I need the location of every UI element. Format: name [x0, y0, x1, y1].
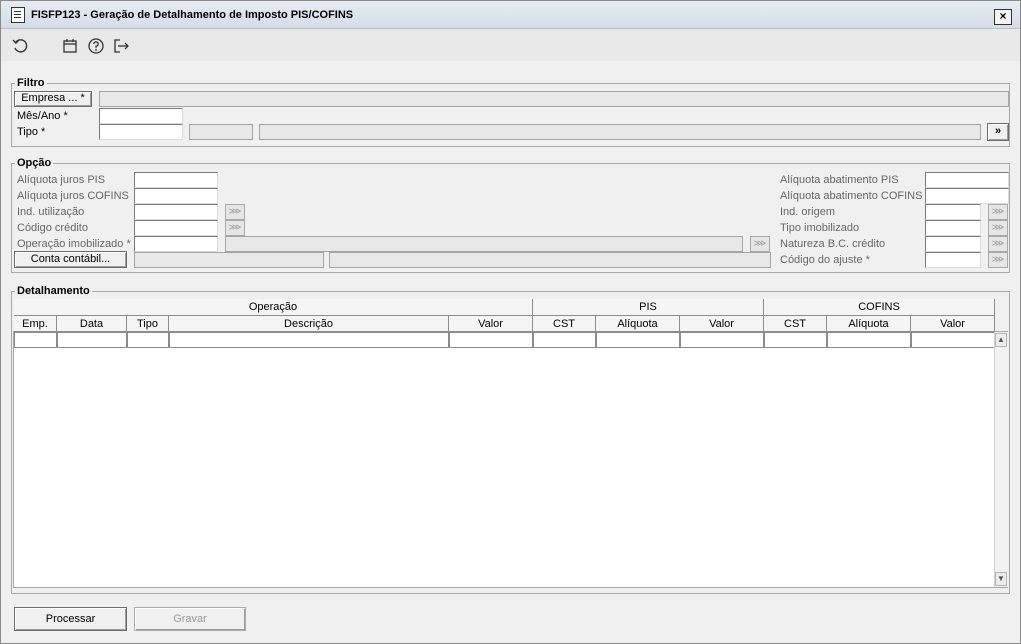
group-header-cofins: COFINS	[764, 299, 995, 316]
tipo-imobilizado-label: Tipo imobilizado	[780, 222, 860, 234]
aliquota-juros-cofins-label: Alíquota juros COFINS	[17, 190, 129, 202]
mes-ano-label: Mês/Ano *	[17, 110, 68, 122]
col-header-cst-cofins[interactable]: CST	[764, 316, 827, 332]
ind-utilizacao-label: Ind. utilização	[17, 206, 85, 218]
col-header-data[interactable]: Data	[57, 316, 127, 332]
codigo-credito-lookup-icon[interactable]: ⋙	[225, 220, 245, 236]
main-window: FISFP123 - Geração de Detalhamento de Im…	[0, 0, 1021, 644]
grid-cell-aliquota-pis[interactable]	[596, 332, 680, 348]
gravar-label: Gravar	[173, 613, 207, 625]
operacao-imobilizado-label: Operação imobilizado *	[17, 238, 131, 250]
aliquota-juros-pis-input[interactable]	[134, 172, 218, 188]
conta-contabil-code	[134, 252, 324, 268]
col-header-valor-pis[interactable]: Valor	[680, 316, 764, 332]
processar-button[interactable]: Processar	[14, 607, 127, 631]
ind-origem-lookup-icon[interactable]: ⋙	[988, 204, 1008, 220]
grid-cell-valor-cofins[interactable]	[911, 332, 995, 348]
processar-label: Processar	[45, 613, 96, 625]
exit-icon[interactable]	[112, 37, 130, 55]
col-header-emp[interactable]: Emp.	[14, 316, 57, 332]
group-header-pis: PIS	[533, 299, 764, 316]
tipo-description-field	[259, 124, 981, 140]
aliquota-abatimento-pis-label: Alíquota abatimento PIS	[780, 174, 899, 186]
col-header-aliquota-cofins[interactable]: Alíquota	[827, 316, 911, 332]
grid-cell-cst-cofins[interactable]	[764, 332, 827, 348]
col-header-valor-operacao[interactable]: Valor	[449, 316, 533, 332]
col-header-tipo[interactable]: Tipo	[127, 316, 169, 332]
conta-contabil-button[interactable]: Conta contábil...	[14, 251, 127, 268]
title-bar: FISFP123 - Geração de Detalhamento de Im…	[1, 1, 1020, 29]
aliquota-abatimento-pis-input[interactable]	[925, 172, 1009, 188]
tipo-imobilizado-input[interactable]	[925, 220, 981, 236]
codigo-ajuste-lookup-icon[interactable]: ⋙	[988, 252, 1008, 268]
window-title: FISFP123 - Geração de Detalhamento de Im…	[31, 9, 354, 21]
help-icon[interactable]	[87, 37, 105, 55]
filtro-title: Filtro	[15, 77, 47, 89]
tipo-code-field	[189, 124, 253, 140]
operacao-imobilizado-description	[225, 236, 743, 252]
tipo-more-button[interactable]: »	[987, 123, 1009, 141]
empresa-button[interactable]: Empresa ... *	[14, 91, 92, 107]
empresa-name-field	[99, 91, 1009, 107]
aliquota-abatimento-cofins-label: Alíquota abatimento COFINS	[780, 190, 923, 202]
calendar-icon[interactable]	[61, 37, 79, 55]
undo-icon[interactable]	[11, 37, 29, 55]
gravar-button[interactable]: Gravar	[134, 607, 246, 631]
natureza-bc-credito-label: Natureza B.C. crédito	[780, 238, 886, 250]
codigo-credito-label: Código crédito	[17, 222, 88, 234]
app-icon	[11, 7, 25, 23]
scroll-up-icon[interactable]: ▲	[995, 333, 1007, 347]
grid-cell-aliquota-cofins[interactable]	[827, 332, 911, 348]
grid-cell-descricao[interactable]	[169, 332, 449, 348]
opcao-title: Opção	[15, 157, 54, 169]
aliquota-juros-cofins-input[interactable]	[134, 188, 218, 204]
grid-cell-data[interactable]	[57, 332, 127, 348]
ind-origem-input[interactable]	[925, 204, 981, 220]
operacao-imobilizado-input[interactable]	[134, 236, 218, 252]
codigo-ajuste-label: Código do ajuste *	[780, 254, 870, 266]
grid-cell-emp[interactable]	[14, 332, 57, 348]
close-button[interactable]: ×	[994, 9, 1012, 25]
group-header-operacao: Operação	[14, 299, 533, 316]
grid-cell-cst-pis[interactable]	[533, 332, 596, 348]
detail-grid[interactable]	[13, 331, 1008, 588]
grid-cell-tipo[interactable]	[127, 332, 169, 348]
tipo-imobilizado-lookup-icon[interactable]: ⋙	[988, 220, 1008, 236]
col-header-aliquota-pis[interactable]: Alíquota	[596, 316, 680, 332]
col-header-descricao[interactable]: Descrição	[169, 316, 449, 332]
ind-origem-label: Ind. origem	[780, 206, 836, 218]
ind-utilizacao-lookup-icon[interactable]: ⋙	[225, 204, 245, 220]
grid-cell-valor-pis[interactable]	[680, 332, 764, 348]
natureza-bc-credito-input[interactable]	[925, 236, 981, 252]
natureza-bc-credito-lookup-icon[interactable]: ⋙	[988, 236, 1008, 252]
toolbar	[1, 29, 1020, 61]
detalhamento-title: Detalhamento	[15, 285, 92, 297]
ind-utilizacao-input[interactable]	[134, 204, 218, 220]
col-header-cst-pis[interactable]: CST	[533, 316, 596, 332]
scroll-down-icon[interactable]: ▼	[995, 572, 1007, 586]
codigo-credito-input[interactable]	[134, 220, 218, 236]
mes-ano-input[interactable]	[99, 108, 183, 124]
col-header-valor-cofins[interactable]: Valor	[911, 316, 995, 332]
aliquota-abatimento-cofins-input[interactable]	[925, 188, 1009, 204]
operacao-imobilizado-lookup-icon[interactable]: ⋙	[750, 236, 770, 252]
conta-contabil-description	[329, 252, 771, 268]
tipo-label: Tipo *	[17, 126, 46, 138]
tipo-input[interactable]	[99, 124, 183, 140]
aliquota-juros-pis-label: Alíquota juros PIS	[17, 174, 106, 186]
codigo-ajuste-input[interactable]	[925, 252, 981, 268]
grid-cell-valor-operacao[interactable]	[449, 332, 533, 348]
grid-vertical-scrollbar[interactable]: ▲ ▼	[994, 332, 1008, 587]
